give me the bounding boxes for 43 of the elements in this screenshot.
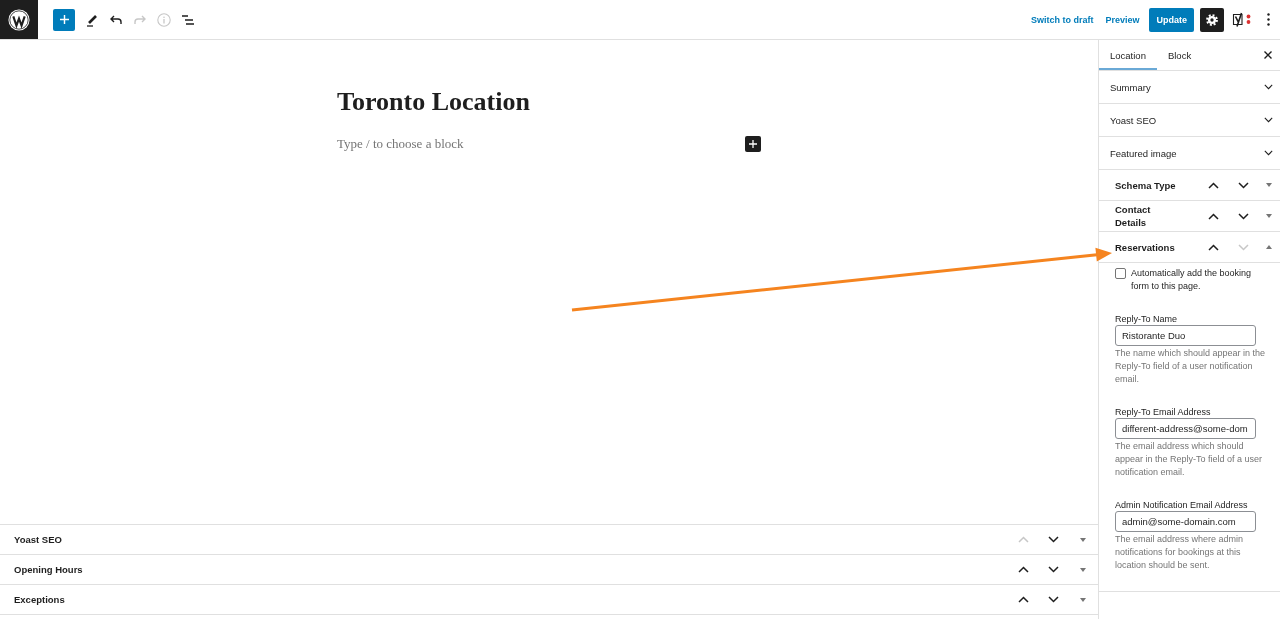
checkbox[interactable] [1115, 268, 1126, 279]
panel-header[interactable]: Featured image [1099, 137, 1280, 170]
add-block-button[interactable] [53, 8, 75, 31]
metabox-title: Exceptions [14, 593, 66, 606]
info-icon [157, 12, 171, 27]
settings-icon [1206, 13, 1218, 26]
metabox-title: Reservations [1115, 240, 1176, 254]
sidebar-tab[interactable]: Location [1099, 40, 1157, 70]
post-title[interactable]: Toronto Location [337, 86, 761, 118]
field-label: Admin Notification Email Address [1115, 500, 1249, 510]
more-icon [1266, 13, 1270, 26]
logo-button[interactable] [0, 0, 38, 39]
field-label: Reply-To Email Address [1115, 407, 1212, 417]
redo-icon [133, 13, 147, 26]
header-link[interactable]: Preview [1099, 7, 1146, 32]
text-field[interactable]: admin@some-domain.com [1115, 511, 1256, 532]
close-icon [1264, 51, 1272, 59]
add-block-button[interactable] [745, 136, 761, 152]
settings-button[interactable] [1200, 7, 1224, 32]
undo-icon [109, 13, 123, 26]
plus-icon [749, 140, 757, 148]
plus-icon [59, 15, 69, 24]
panel-header[interactable]: Yoast SEO [1099, 104, 1280, 137]
metabox-title: Contact Details [1115, 203, 1152, 229]
w-logo-icon [8, 8, 30, 31]
sidebar-tab[interactable]: Block [1156, 40, 1203, 70]
pencil-icon [85, 12, 99, 27]
paragraph-field[interactable]: Type / to choose a block [337, 134, 745, 154]
text-field[interactable]: different-address@some-dom [1115, 418, 1256, 439]
field-label: Reply-To Name [1115, 314, 1179, 324]
list-icon [181, 13, 195, 26]
text-field[interactable]: Ristorante Duo [1115, 325, 1256, 346]
metabox-title: Schema Type [1115, 178, 1177, 192]
plugin-icon [1232, 12, 1252, 27]
checkbox-label: Automatically add the booking form to this page. [1131, 267, 1253, 293]
metabox-title: Yoast SEO [14, 533, 63, 546]
metabox-title: Opening Hours [14, 563, 84, 576]
help-text: The email address where admin notifications for bookings at this location should be sent. [1115, 533, 1245, 572]
panel-header[interactable]: Summary [1099, 71, 1280, 104]
help-text: The email address which should appear in the Reply-To field of a user notification email. [1115, 440, 1264, 479]
help-text: The name which should appear in the Reply-To field of a user notification email. [1115, 347, 1267, 386]
update-button[interactable]: Update [1149, 7, 1194, 32]
header-link[interactable]: Switch to draft [1024, 7, 1100, 32]
